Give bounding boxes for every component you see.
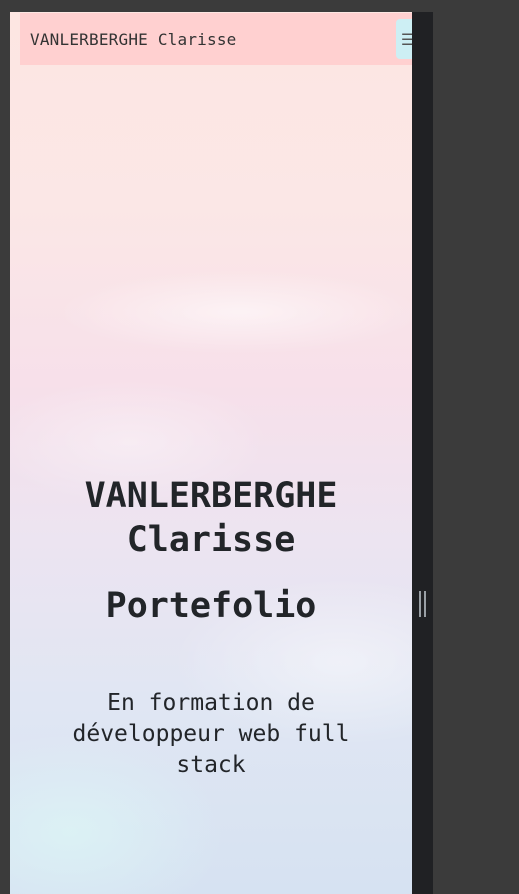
devtools-side-panel — [412, 12, 433, 894]
hero-name-line2: Clarisse — [126, 520, 296, 560]
navbar: VANLERBERGHE Clarisse ☰ — [20, 13, 412, 65]
devtools-frame: VANLERBERGHE Clarisse ☰ VANLERBERGHE Cla… — [0, 0, 519, 894]
hero-name-line1: VANLERBERGHE — [84, 476, 338, 516]
hamburger-menu-icon: ☰ — [400, 29, 412, 49]
hero-subtitle-line1: En formation de — [107, 690, 315, 716]
hero-subtitle-line2: développeur web full — [72, 721, 350, 747]
drag-handle-bar — [424, 591, 426, 617]
mobile-viewport: VANLERBERGHE Clarisse ☰ VANLERBERGHE Cla… — [10, 12, 412, 894]
drag-handle-icon[interactable] — [419, 591, 426, 617]
hero-title: Portefolio — [105, 586, 317, 626]
drag-handle-bar — [419, 591, 421, 617]
navbar-brand[interactable]: VANLERBERGHE Clarisse — [30, 30, 237, 49]
hero-subtitle: En formation de développeur web full sta… — [10, 688, 412, 781]
menu-toggle-button[interactable]: ☰ — [396, 19, 412, 59]
hero-name: VANLERBERGHE Clarisse — [10, 474, 412, 562]
devtools-right-pane — [433, 0, 519, 894]
hero-subtitle-line3: stack — [176, 752, 246, 778]
